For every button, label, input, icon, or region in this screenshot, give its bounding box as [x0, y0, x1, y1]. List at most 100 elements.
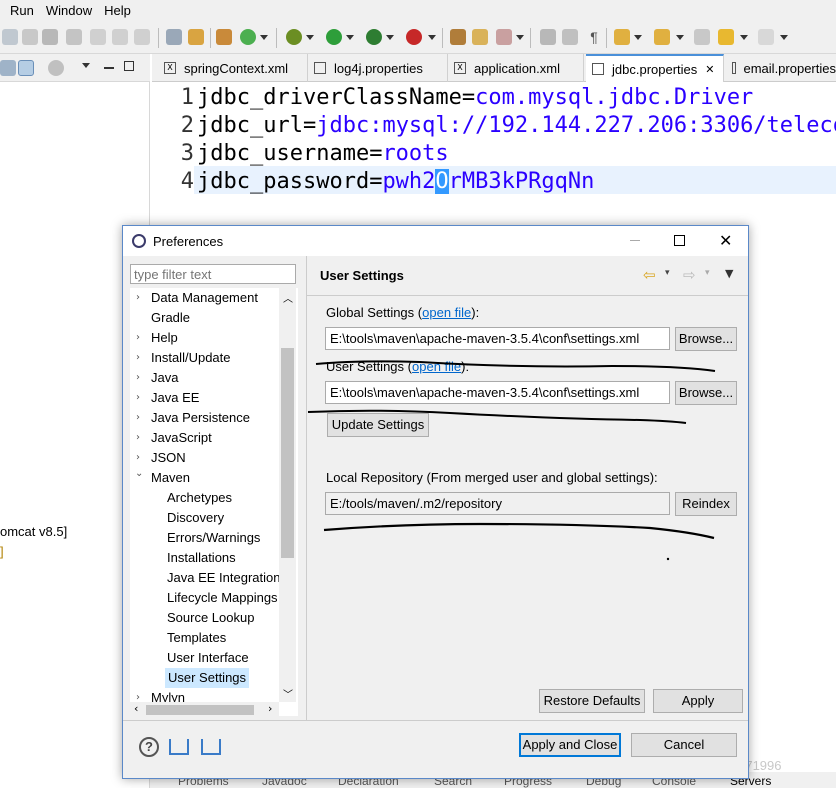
scroll-left-icon[interactable]: ‹ — [134, 702, 138, 715]
tree-item-java-ee-integration[interactable]: Java EE Integration — [167, 568, 280, 588]
expand-arrow-icon[interactable]: › — [136, 372, 140, 383]
chevron-down-icon[interactable] — [780, 35, 788, 40]
export-icon[interactable] — [201, 739, 221, 755]
toggle-mark-icon[interactable] — [540, 29, 556, 45]
back-arrow-icon[interactable] — [718, 29, 734, 45]
tree-item-json[interactable]: JSON — [151, 448, 186, 468]
tree-item-maven[interactable]: Maven — [151, 468, 190, 488]
suspend-icon[interactable] — [22, 29, 38, 45]
collapse-all-icon[interactable] — [0, 60, 16, 76]
maximize-icon[interactable] — [674, 235, 685, 246]
server-entry-label[interactable]: omcat v8.5] — [0, 524, 67, 539]
expand-arrow-icon[interactable]: › — [136, 352, 140, 363]
scroll-right-icon[interactable]: › — [268, 702, 272, 715]
pilcrow-icon[interactable]: ¶ — [586, 29, 602, 45]
run-external-icon[interactable] — [366, 29, 382, 45]
expand-arrow-icon[interactable]: › — [136, 412, 140, 423]
tree-item-user-settings[interactable]: User Settings — [165, 668, 250, 688]
tree-item-archetypes[interactable]: Archetypes — [167, 488, 232, 508]
tree-item-javascript[interactable]: JavaScript — [151, 428, 212, 448]
tree-item-java-ee[interactable]: Java EE — [151, 388, 199, 408]
forward-arrow-icon[interactable] — [758, 29, 774, 45]
open-type-icon[interactable] — [496, 29, 512, 45]
tree-item-templates[interactable]: Templates — [167, 628, 226, 648]
filter-input[interactable] — [130, 264, 296, 284]
user-open-file-link[interactable]: open file — [412, 359, 461, 374]
tree-item-java-persistence[interactable]: Java Persistence — [151, 408, 250, 428]
chevron-down-icon[interactable] — [428, 35, 436, 40]
step-over-icon[interactable] — [112, 29, 128, 45]
refresh-icon[interactable] — [240, 29, 256, 45]
pen-icon[interactable] — [188, 29, 204, 45]
update-settings-button[interactable]: Update Settings — [327, 413, 429, 437]
chevron-down-icon[interactable] — [346, 35, 354, 40]
skip-breakpoints-icon[interactable] — [2, 29, 18, 45]
tab-springcontext-xml[interactable]: X springContext.xml — [158, 54, 308, 82]
tree-horizontal-scrollbar[interactable]: ‹ › — [130, 702, 279, 718]
tree-item-installations[interactable]: Installations — [167, 548, 236, 568]
tree-item-install-update[interactable]: Install/Update — [151, 348, 231, 368]
tree-item-lifecycle-mappings[interactable]: Lifecycle Mappings — [167, 588, 278, 608]
minimize-icon[interactable] — [104, 67, 114, 69]
chevron-down-icon[interactable] — [386, 35, 394, 40]
chevron-down-icon[interactable] — [516, 35, 524, 40]
block-selection-icon[interactable] — [562, 29, 578, 45]
pane-splitter[interactable] — [306, 256, 307, 720]
tree-item-discovery[interactable]: Discovery — [167, 508, 224, 528]
tab-email-properties[interactable]: email.properties — [726, 54, 836, 82]
back-arrow-icon[interactable]: ⇦ — [643, 266, 656, 284]
tab-log4j-properties[interactable]: log4j.properties — [308, 54, 448, 82]
view-menu-icon[interactable]: ▼ — [725, 267, 733, 280]
tree-item-data-management[interactable]: Data Management — [151, 288, 258, 308]
chevron-down-icon[interactable]: ▾ — [665, 268, 670, 278]
tree-item-source-lookup[interactable]: Source Lookup — [167, 608, 254, 628]
server-icon[interactable] — [216, 29, 232, 45]
debug-bug-icon[interactable] — [286, 29, 302, 45]
open-folder-icon[interactable] — [472, 29, 488, 45]
last-edit-icon[interactable] — [694, 29, 710, 45]
tree-item-help[interactable]: Help — [151, 328, 178, 348]
help-icon[interactable]: ? — [139, 737, 159, 757]
scrollbar-thumb[interactable] — [146, 705, 254, 715]
outline-icon[interactable] — [166, 29, 182, 45]
global-open-file-link[interactable]: open file — [422, 305, 471, 320]
chevron-down-icon[interactable] — [306, 35, 314, 40]
new-package-icon[interactable] — [450, 29, 466, 45]
forward-arrow-icon[interactable]: ⇨ — [683, 266, 696, 284]
tree-item-errors-warnings[interactable]: Errors/Warnings — [167, 528, 260, 548]
chevron-down-icon[interactable] — [260, 35, 268, 40]
step-return-icon[interactable] — [134, 29, 150, 45]
chevron-down-icon[interactable]: ▾ — [705, 268, 710, 278]
chevron-down-icon[interactable] — [82, 63, 90, 68]
cancel-button[interactable]: Cancel — [631, 733, 737, 757]
disconnect-icon[interactable] — [66, 29, 82, 45]
chevron-down-icon[interactable] — [676, 35, 684, 40]
global-browse-button[interactable]: Browse... — [675, 327, 737, 351]
prev-annotation-icon[interactable] — [654, 29, 670, 45]
apply-button[interactable]: Apply — [653, 689, 743, 713]
menu-window[interactable]: Window — [40, 0, 98, 22]
chevron-down-icon[interactable] — [634, 35, 642, 40]
restore-defaults-button[interactable]: Restore Defaults — [539, 689, 645, 713]
tree-vertical-scrollbar[interactable]: ︿ ﹀ — [279, 288, 296, 702]
coverage-icon[interactable] — [406, 29, 422, 45]
collapse-arrow-icon[interactable]: ⌄ — [135, 468, 143, 479]
tab-application-xml[interactable]: X application.xml — [448, 54, 584, 82]
view-menu-icon[interactable] — [48, 60, 64, 76]
code-editor[interactable]: 1 2 3 4 jdbc_driverClassName=com.mysql.j… — [152, 82, 836, 242]
tree-item-gradle[interactable]: Gradle — [151, 308, 190, 328]
link-with-editor-icon[interactable] — [18, 60, 34, 76]
expand-arrow-icon[interactable]: › — [136, 332, 140, 343]
scroll-down-icon[interactable]: ﹀ — [283, 686, 293, 701]
next-annotation-icon[interactable] — [614, 29, 630, 45]
tab-jdbc-properties[interactable]: jdbc.properties ✕ — [586, 54, 724, 82]
run-icon[interactable] — [326, 29, 342, 45]
global-settings-input[interactable]: E:\tools\maven\apache-maven-3.5.4\conf\s… — [325, 327, 670, 350]
tree-item-mylyn[interactable]: Mylyn — [151, 688, 185, 702]
user-settings-input[interactable]: E:\tools\maven\apache-maven-3.5.4\conf\s… — [325, 381, 670, 404]
tree-item-user-interface[interactable]: User Interface — [167, 648, 249, 668]
close-icon[interactable]: ✕ — [705, 63, 714, 76]
menu-run[interactable]: Run — [0, 0, 40, 22]
menu-help[interactable]: Help — [98, 0, 137, 22]
reindex-button[interactable]: Reindex — [675, 492, 737, 516]
